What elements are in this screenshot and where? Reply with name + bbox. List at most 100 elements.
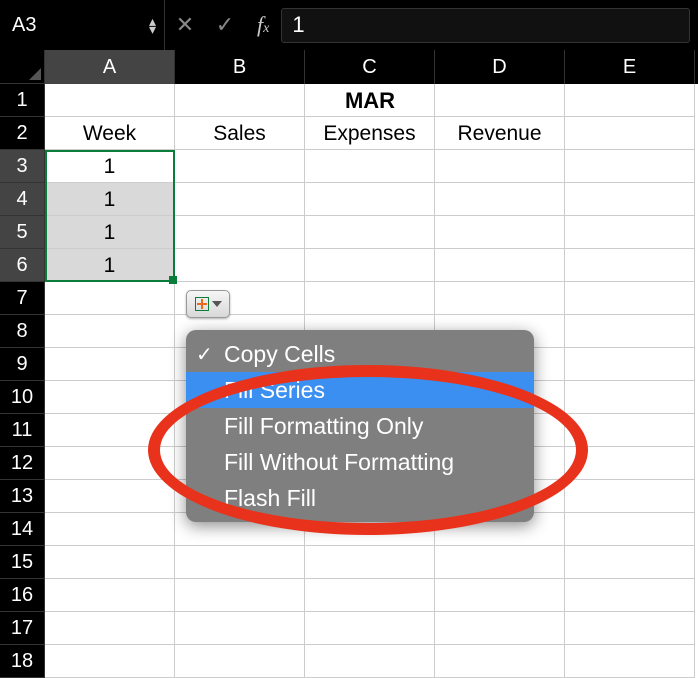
autofill-options-button[interactable]	[186, 290, 230, 318]
cell[interactable]	[45, 513, 175, 546]
menu-item-flash-fill[interactable]: Flash Fill	[186, 480, 534, 516]
cell[interactable]	[565, 249, 695, 282]
cell[interactable]	[175, 579, 305, 612]
row-header[interactable]: 18	[0, 645, 45, 678]
cell[interactable]: 1	[45, 183, 175, 216]
menu-item-fill-without-formatting[interactable]: Fill Without Formatting	[186, 444, 534, 480]
row-header[interactable]: 9	[0, 348, 45, 381]
cell[interactable]	[565, 150, 695, 183]
row-header[interactable]: 8	[0, 315, 45, 348]
cell[interactable]	[435, 282, 565, 315]
menu-item-fill-formatting-only[interactable]: Fill Formatting Only	[186, 408, 534, 444]
row-header[interactable]: 10	[0, 381, 45, 414]
cell[interactable]	[435, 216, 565, 249]
row-header[interactable]: 2	[0, 117, 45, 150]
row-header[interactable]: 7	[0, 282, 45, 315]
cell[interactable]	[45, 645, 175, 678]
select-all-corner[interactable]	[0, 50, 45, 84]
cell[interactable]	[435, 645, 565, 678]
cell[interactable]: 1	[45, 249, 175, 282]
row-header[interactable]: 11	[0, 414, 45, 447]
cell[interactable]	[435, 150, 565, 183]
cell[interactable]	[565, 216, 695, 249]
cell[interactable]	[45, 579, 175, 612]
confirm-icon[interactable]: ✓	[205, 0, 245, 50]
row-header[interactable]: 14	[0, 513, 45, 546]
row-header[interactable]: 1	[0, 84, 45, 117]
cell[interactable]	[305, 183, 435, 216]
cell[interactable]	[175, 645, 305, 678]
cell[interactable]	[175, 546, 305, 579]
cell[interactable]: Week	[45, 117, 175, 150]
cell[interactable]	[45, 480, 175, 513]
row-header[interactable]: 4	[0, 183, 45, 216]
cell[interactable]	[565, 447, 695, 480]
chevron-down-icon[interactable]: ▾	[149, 25, 156, 33]
row-header[interactable]: 16	[0, 579, 45, 612]
cell[interactable]	[305, 579, 435, 612]
cell[interactable]	[305, 84, 435, 117]
row-header[interactable]: 5	[0, 216, 45, 249]
cell[interactable]	[45, 84, 175, 117]
cell[interactable]	[45, 315, 175, 348]
cell[interactable]	[565, 480, 695, 513]
cell[interactable]	[565, 282, 695, 315]
row-header[interactable]: 6	[0, 249, 45, 282]
cell[interactable]	[435, 612, 565, 645]
cell[interactable]	[305, 612, 435, 645]
cell[interactable]	[45, 612, 175, 645]
cell[interactable]	[565, 84, 695, 117]
cell[interactable]	[175, 216, 305, 249]
cell[interactable]: Revenue	[435, 117, 565, 150]
cell[interactable]	[565, 315, 695, 348]
cell[interactable]	[305, 150, 435, 183]
cell[interactable]	[565, 645, 695, 678]
cell[interactable]	[305, 546, 435, 579]
cell[interactable]	[565, 117, 695, 150]
cell[interactable]	[45, 348, 175, 381]
cell[interactable]	[565, 381, 695, 414]
cell[interactable]	[45, 414, 175, 447]
col-header-a[interactable]: A	[45, 50, 175, 84]
cell[interactable]	[565, 612, 695, 645]
cell[interactable]	[305, 282, 435, 315]
menu-item-fill-series[interactable]: Fill Series	[186, 372, 534, 408]
fx-label[interactable]: fx	[245, 12, 281, 38]
cell[interactable]	[565, 348, 695, 381]
name-box[interactable]: A3 ▴ ▾	[0, 0, 165, 50]
cell[interactable]	[45, 447, 175, 480]
col-header-e[interactable]: E	[565, 50, 695, 84]
cell[interactable]	[565, 579, 695, 612]
cell[interactable]	[175, 84, 305, 117]
formula-input[interactable]: 1	[281, 8, 690, 43]
cell[interactable]	[45, 282, 175, 315]
row-header[interactable]: 15	[0, 546, 45, 579]
menu-item-copy-cells[interactable]: Copy Cells	[186, 336, 534, 372]
col-header-b[interactable]: B	[175, 50, 305, 84]
cell[interactable]	[435, 84, 565, 117]
cell[interactable]	[175, 249, 305, 282]
cell[interactable]	[435, 183, 565, 216]
cell[interactable]	[565, 183, 695, 216]
cell[interactable]	[435, 579, 565, 612]
cell[interactable]	[175, 612, 305, 645]
col-header-d[interactable]: D	[435, 50, 565, 84]
row-header[interactable]: 17	[0, 612, 45, 645]
cell[interactable]	[305, 249, 435, 282]
cell[interactable]	[565, 513, 695, 546]
cell[interactable]	[565, 546, 695, 579]
cancel-icon[interactable]: ✕	[165, 0, 205, 50]
name-box-stepper[interactable]: ▴ ▾	[149, 17, 156, 33]
cell[interactable]: Expenses	[305, 117, 435, 150]
row-header[interactable]: 12	[0, 447, 45, 480]
cell[interactable]: 1	[45, 216, 175, 249]
cell[interactable]	[305, 216, 435, 249]
cell[interactable]	[175, 150, 305, 183]
row-header[interactable]: 3	[0, 150, 45, 183]
cell[interactable]	[305, 645, 435, 678]
row-header[interactable]: 13	[0, 480, 45, 513]
col-header-c[interactable]: C	[305, 50, 435, 84]
cell[interactable]	[175, 183, 305, 216]
cell[interactable]: Sales	[175, 117, 305, 150]
cell[interactable]	[565, 414, 695, 447]
